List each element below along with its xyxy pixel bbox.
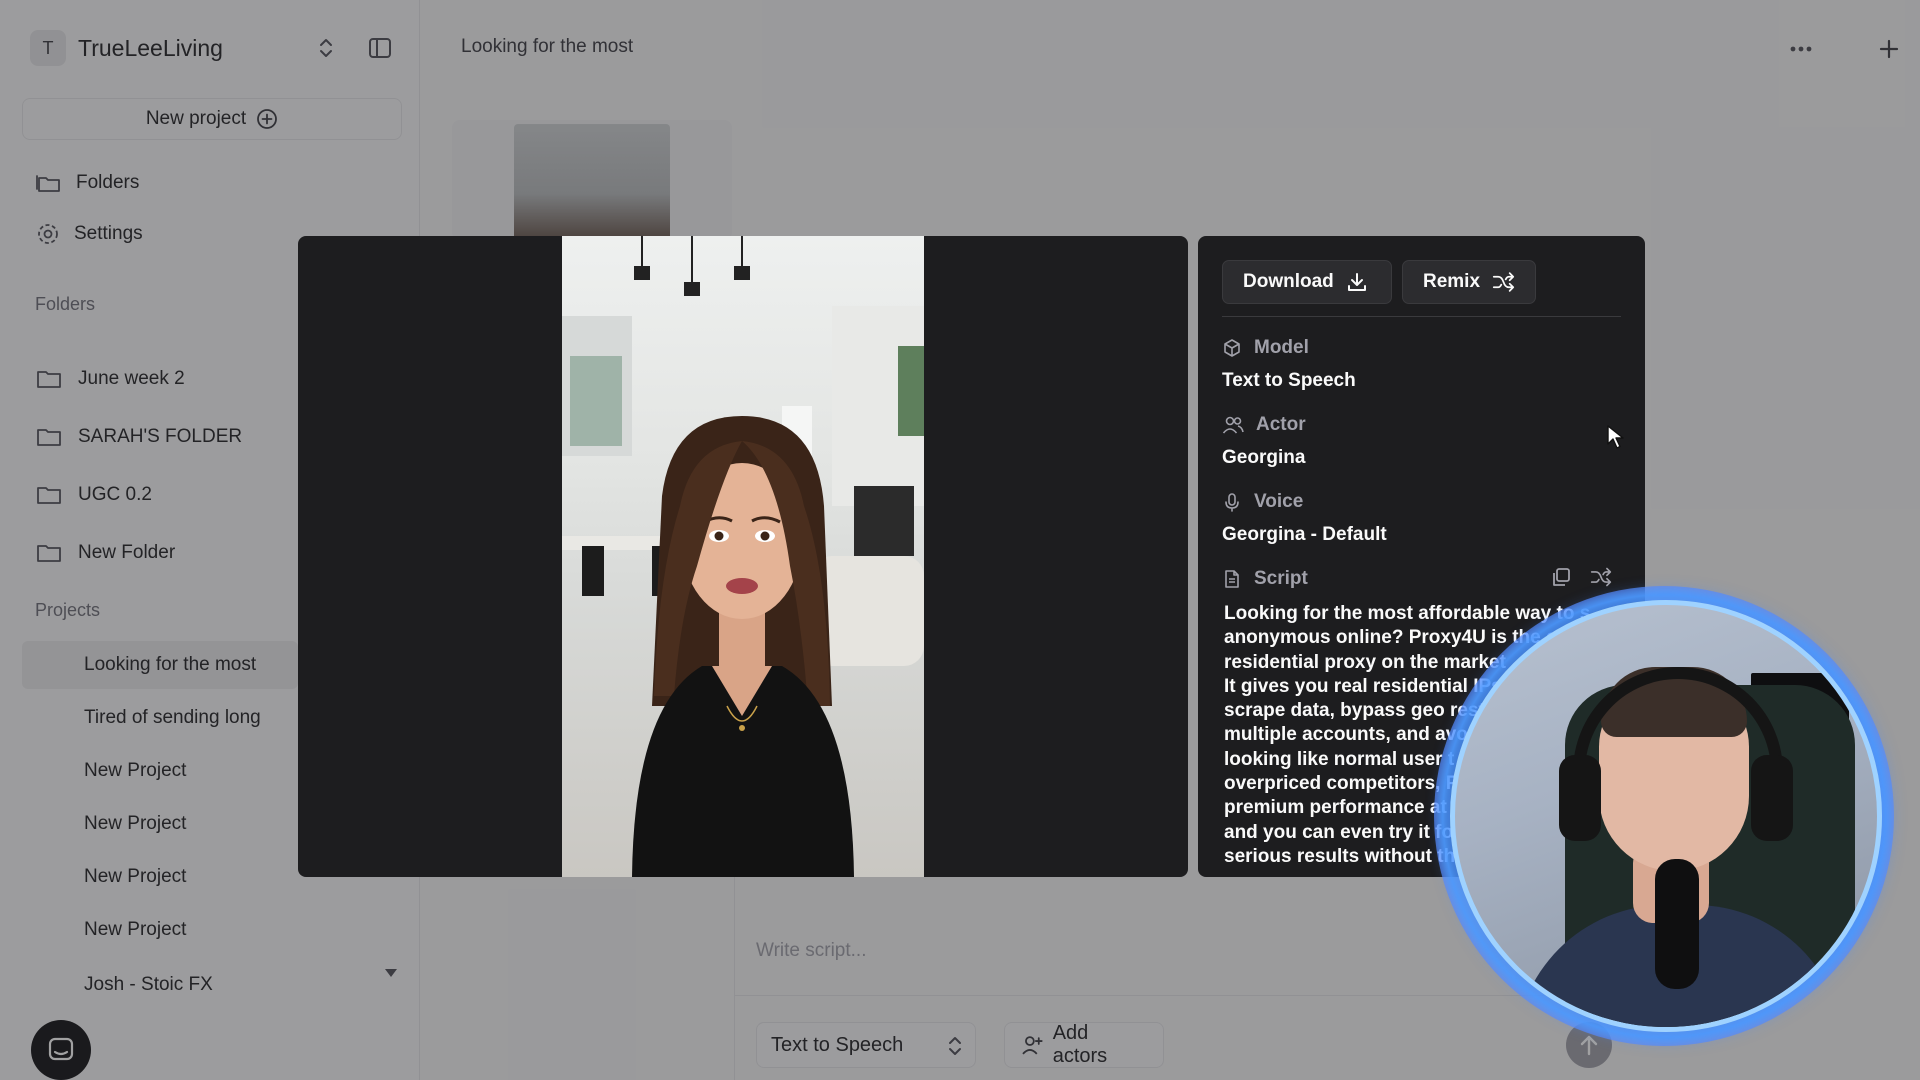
- model-label-text: Model: [1254, 337, 1309, 358]
- video-still: [562, 236, 924, 877]
- voice-field-label: Voice: [1222, 490, 1303, 514]
- microphone: [1655, 859, 1699, 989]
- download-button[interactable]: Download: [1222, 260, 1392, 304]
- actor-label-text: Actor: [1256, 414, 1306, 435]
- copy-icon[interactable]: [1550, 566, 1572, 588]
- download-label: Download: [1243, 271, 1334, 292]
- users-icon: [1222, 416, 1244, 434]
- remix-button[interactable]: Remix: [1402, 260, 1536, 304]
- script-actions: [1550, 566, 1612, 588]
- actor-value: Georgina: [1222, 447, 1306, 468]
- cube-icon: [1224, 339, 1240, 357]
- document-icon: [1225, 570, 1239, 588]
- microphone-icon: [1225, 493, 1239, 512]
- script-field-label: Script: [1222, 567, 1308, 591]
- mouse-cursor-icon: [1607, 425, 1624, 449]
- voice-label-text: Voice: [1254, 491, 1304, 512]
- shuffle-icon: [1492, 272, 1515, 292]
- remix-label: Remix: [1423, 271, 1481, 292]
- headset-left-cup: [1559, 755, 1601, 841]
- shuffle-icon[interactable]: [1590, 566, 1612, 588]
- details-divider: [1222, 316, 1621, 317]
- voice-value: Georgina - Default: [1222, 524, 1387, 545]
- video-frame[interactable]: [562, 236, 924, 877]
- model-value: Text to Speech: [1222, 370, 1356, 391]
- script-label-text: Script: [1254, 568, 1308, 589]
- model-field-label: Model: [1222, 336, 1309, 360]
- video-player[interactable]: [298, 236, 1188, 877]
- webcam-overlay: [1450, 600, 1882, 1032]
- headset-right-cup: [1751, 755, 1793, 841]
- download-icon: [1347, 273, 1366, 291]
- actor-field-label: Actor: [1222, 413, 1306, 437]
